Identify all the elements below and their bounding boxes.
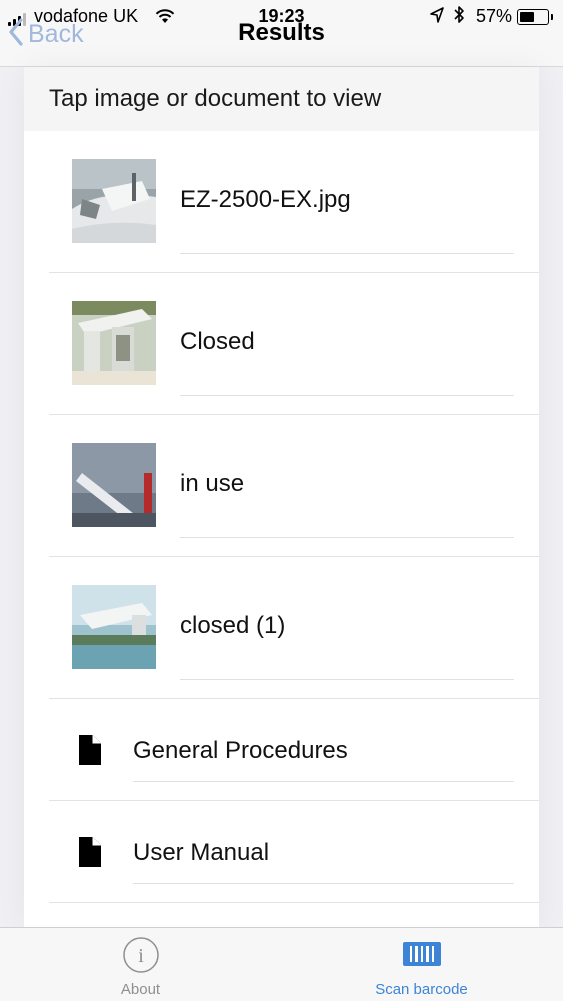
top-bar: vodafone UK 19:23 57% Back Results [0, 0, 563, 67]
image-thumbnail [72, 159, 156, 243]
image-row[interactable]: EZ-2500-EX.jpg [49, 131, 539, 273]
barcode-icon [402, 936, 441, 971]
document-title: General Procedures [133, 737, 348, 764]
document-title: User Manual [133, 839, 270, 866]
document-icon [79, 837, 101, 872]
row-divider [180, 253, 514, 254]
image-thumbnail [72, 301, 156, 385]
tab-bar: i About Scan barcode [0, 927, 563, 1001]
info-icon: i [122, 936, 160, 979]
image-title: EZ-2500-EX.jpg [180, 186, 351, 213]
results-list: Tap image or document to view EZ-2500-EX… [24, 67, 539, 927]
tab-about-label: About [120, 981, 161, 998]
page-title: Results [238, 19, 325, 46]
row-divider [133, 781, 514, 782]
image-row[interactable]: in use [49, 415, 539, 557]
document-row[interactable]: User Manual [49, 801, 539, 903]
image-row[interactable]: closed (1) [49, 557, 539, 699]
row-divider [180, 395, 514, 396]
tab-scan-label: Scan barcode [375, 981, 468, 998]
row-divider [180, 537, 514, 538]
tab-scan-barcode[interactable]: Scan barcode [281, 928, 562, 1001]
row-divider [133, 883, 514, 884]
svg-text:i: i [138, 945, 144, 967]
row-divider [180, 679, 514, 680]
document-row[interactable]: General Procedures [49, 699, 539, 801]
image-title: Closed [180, 328, 255, 355]
instruction-text: Tap image or document to view [24, 67, 539, 131]
image-row[interactable]: Closed [49, 273, 539, 415]
image-title: in use [180, 470, 245, 497]
document-icon [79, 735, 101, 770]
image-thumbnail [72, 585, 156, 669]
image-thumbnail [72, 443, 156, 527]
image-title: closed (1) [180, 612, 286, 639]
tab-about[interactable]: i About [0, 928, 281, 1001]
